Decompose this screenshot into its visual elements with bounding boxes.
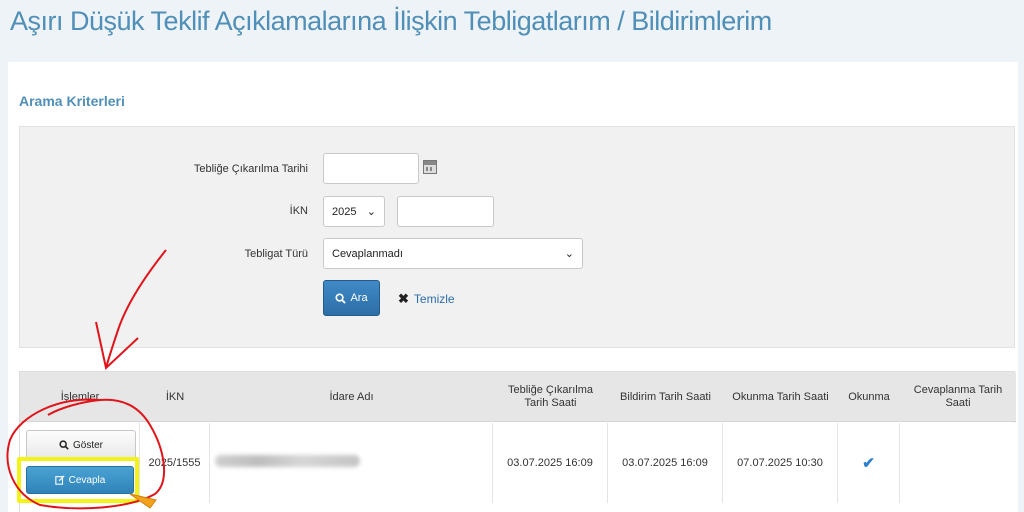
page-title: Aşırı Düşük Teklif Açıklamalarına İlişki…	[10, 6, 772, 36]
teblig-date-cell: 03.07.2025 16:09	[493, 423, 608, 503]
close-icon: ✖	[398, 291, 409, 306]
okunma-cell: ✔	[838, 423, 900, 503]
search-button-label: Ara	[350, 292, 368, 304]
table-header: İşlemler İKN İdare Adı Tebliğe Çıkarılma…	[20, 372, 1016, 422]
type-value: Cevaplanmadı	[332, 247, 403, 260]
ikn-year-value: 2025	[332, 205, 357, 218]
column-header: İKN	[165, 390, 185, 403]
column-header: Okunma	[848, 390, 890, 403]
search-icon	[335, 292, 347, 304]
chevron-down-icon: ⌄	[366, 206, 376, 218]
search-button[interactable]: Ara	[323, 280, 380, 316]
show-button[interactable]: Göster	[26, 430, 136, 460]
calendar-icon[interactable]	[423, 160, 437, 174]
bildirim-date-cell: 03.07.2025 16:09	[608, 423, 723, 503]
clear-label: Temizle	[413, 292, 455, 306]
table-row: 2025/1555 03.07.2025 16:09 03.07.2025 16…	[20, 423, 1016, 512]
date-input[interactable]	[323, 153, 419, 184]
column-header: Okunma Tarih Saati	[732, 390, 829, 403]
chevron-down-icon: ⌄	[564, 248, 574, 260]
column-header: Tebliğe Çıkarılma Tarih Saati	[508, 384, 593, 409]
column-header: Bildirim Tarih Saati	[620, 390, 711, 403]
type-select[interactable]: Cevaplanmadı ⌄	[323, 238, 583, 269]
check-icon: ✔	[862, 455, 875, 472]
edit-icon	[54, 475, 65, 485]
redacted-institution-name	[215, 455, 360, 467]
date-label: Tebliğe Çıkarılma Tarihi	[193, 163, 308, 175]
show-button-label: Göster	[72, 439, 103, 451]
okunma-date-cell: 07.07.2025 10:30	[723, 423, 838, 503]
clear-link[interactable]: ✖ Temizle	[398, 291, 455, 307]
results-table: İşlemler İKN İdare Adı Tebliğe Çıkarılma…	[19, 371, 1016, 512]
ikn-input[interactable]	[397, 196, 494, 227]
cevaplanma-cell	[900, 423, 1016, 503]
type-label: Tebligat Türü	[244, 248, 308, 260]
section-title: Arama Kriterleri	[19, 93, 125, 109]
reply-button[interactable]: Cevapla	[26, 466, 134, 494]
column-header: İdare Adı	[329, 390, 374, 403]
reply-button-label: Cevapla	[68, 474, 106, 486]
column-header: İşlemler	[60, 390, 100, 403]
column-header: Cevaplanma Tarih Saati	[913, 384, 1003, 409]
ikn-year-select[interactable]: 2025 ⌄	[323, 196, 385, 227]
search-criteria-box	[19, 126, 1015, 348]
ikn-label: İKN	[289, 205, 308, 217]
search-icon	[59, 440, 69, 450]
ikn-cell: 2025/1555	[140, 423, 210, 503]
